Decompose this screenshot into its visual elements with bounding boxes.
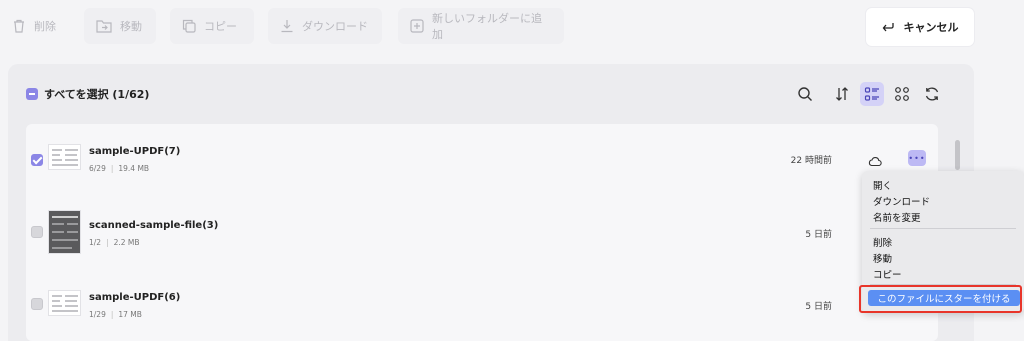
file-row[interactable]: sample-UPDF(7) 6/29 | 19.4 MB 22 時間前 ••• xyxy=(26,124,938,196)
cancel-button[interactable]: キャンセル xyxy=(866,8,974,46)
menu-item-copy[interactable]: コピー xyxy=(873,267,902,281)
file-row[interactable]: sample-UPDF(6) 1/29 | 17 MB 5 日前 xyxy=(26,268,938,340)
file-name: scanned-sample-file(3) xyxy=(89,220,219,231)
file-meta: 1/29 | 17 MB xyxy=(89,310,142,319)
download-button[interactable]: ダウンロード xyxy=(268,8,382,44)
return-arrow-icon xyxy=(882,23,894,32)
download-icon xyxy=(281,20,293,33)
file-checkbox[interactable] xyxy=(31,298,43,310)
select-all-label: すべてを選択 (1/62) xyxy=(44,88,150,101)
toolbar: 削除 移動 コピー ダウンロード 新しいフォルダーに追加 キャンセル xyxy=(0,0,1024,56)
trash-icon xyxy=(14,19,24,33)
file-row[interactable]: scanned-sample-file(3) 1/2 | 2.2 MB 5 日前 xyxy=(26,196,938,268)
file-date: 5 日前 xyxy=(805,302,832,312)
file-name: sample-UPDF(6) xyxy=(89,292,181,303)
search-icon[interactable] xyxy=(793,82,817,106)
delete-label: 削除 xyxy=(34,20,56,33)
file-name: sample-UPDF(7) xyxy=(89,146,181,157)
select-all-box[interactable] xyxy=(26,88,38,100)
file-meta: 6/29 | 19.4 MB xyxy=(89,164,150,173)
scrollbar[interactable] xyxy=(955,140,960,170)
file-list: sample-UPDF(7) 6/29 | 19.4 MB 22 時間前 •••… xyxy=(26,124,938,341)
move-label: 移動 xyxy=(120,20,142,33)
file-pages: 6/29 xyxy=(89,164,106,173)
file-date: 22 時間前 xyxy=(790,156,832,166)
cancel-label: キャンセル xyxy=(903,21,959,34)
file-size: 17 MB xyxy=(118,310,142,319)
grid-view-icon[interactable] xyxy=(890,82,914,106)
copy-label: コピー xyxy=(204,20,237,33)
refresh-icon[interactable] xyxy=(920,82,944,106)
menu-item-download[interactable]: ダウンロード xyxy=(873,194,930,208)
file-date: 5 日前 xyxy=(805,230,832,240)
pdf-thumbnail xyxy=(48,210,81,254)
menu-item-open[interactable]: 開く xyxy=(873,178,892,192)
folder-move-icon xyxy=(96,20,112,33)
sort-icon[interactable] xyxy=(830,82,854,106)
file-pages: 1/29 xyxy=(89,310,106,319)
file-meta: 1/2 | 2.2 MB xyxy=(89,238,140,247)
download-label: ダウンロード xyxy=(302,20,368,33)
select-all-checkbox[interactable]: すべてを選択 (1/62) xyxy=(26,86,149,102)
file-size: 19.4 MB xyxy=(118,164,150,173)
file-size: 2.2 MB xyxy=(113,238,140,247)
copy-icon xyxy=(182,19,196,33)
copy-button[interactable]: コピー xyxy=(170,8,254,44)
more-options-icon[interactable]: ••• xyxy=(908,150,926,166)
file-checkbox[interactable] xyxy=(31,226,43,238)
file-pages: 1/2 xyxy=(89,238,102,247)
menu-divider xyxy=(870,228,1016,229)
add-to-new-folder-label: 新しいフォルダーに追加 xyxy=(432,12,542,41)
file-checkbox[interactable] xyxy=(31,154,43,166)
pdf-thumbnail xyxy=(48,144,81,170)
annotation-highlight-box xyxy=(859,285,1022,313)
pdf-thumbnail xyxy=(48,290,81,316)
add-to-new-folder-button[interactable]: 新しいフォルダーに追加 xyxy=(398,8,564,44)
menu-item-move[interactable]: 移動 xyxy=(873,251,892,265)
move-button[interactable]: 移動 xyxy=(84,8,156,44)
add-folder-icon xyxy=(410,19,424,33)
cloud-icon[interactable] xyxy=(868,152,882,171)
delete-button[interactable]: 削除 xyxy=(0,8,68,44)
menu-item-delete[interactable]: 削除 xyxy=(873,235,892,249)
menu-item-rename[interactable]: 名前を変更 xyxy=(873,210,921,224)
list-view-icon[interactable] xyxy=(860,82,884,106)
